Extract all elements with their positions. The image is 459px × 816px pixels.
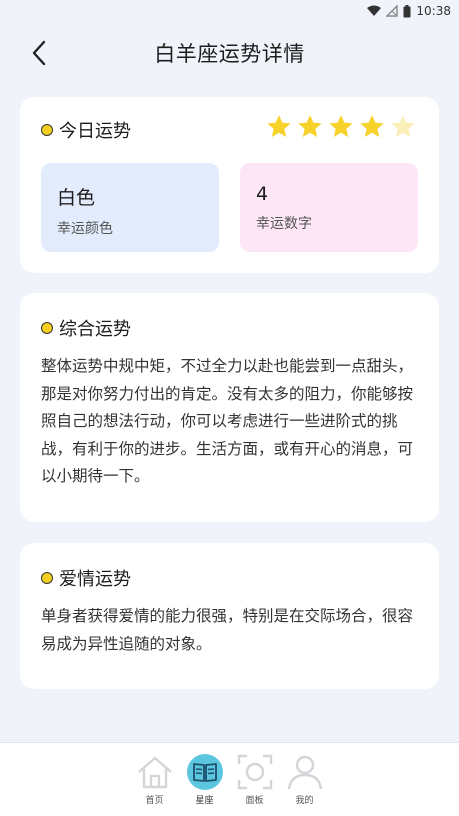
lucky-number-label: 幸运数字 <box>256 216 312 232</box>
nav-label-home: 首页 <box>145 796 164 806</box>
book-icon <box>186 754 223 790</box>
lucky-color-tile: 白色 幸运颜色 <box>41 163 219 252</box>
star-rating <box>265 113 417 141</box>
nav-item-mine[interactable]: 我的 <box>282 751 328 816</box>
user-icon <box>287 755 322 790</box>
bullet-dot-icon <box>41 322 53 334</box>
today-fortune-title: 今日运势 <box>59 121 131 142</box>
lucky-number-tile: 4 幸运数字 <box>240 163 418 252</box>
nav-label-mine: 我的 <box>295 796 314 806</box>
wifi-icon <box>367 5 382 16</box>
nav-label-horoscope: 星座 <box>195 796 214 806</box>
love-fortune-header: 爱情运势 <box>41 565 131 591</box>
nav-item-home[interactable]: 首页 <box>132 751 178 816</box>
love-fortune-title: 爱情运势 <box>59 569 131 590</box>
lucky-color-label: 幸运颜色 <box>57 221 113 237</box>
today-fortune-card: 今日运势 白色 幸运颜色 4 幸运数字 <box>20 97 439 273</box>
nav-item-horoscope[interactable]: 星座 <box>182 751 228 816</box>
general-fortune-title: 综合运势 <box>59 319 131 340</box>
general-fortune-header: 综合运势 <box>41 315 131 341</box>
love-fortune-card: 爱情运势 单身者获得爱情的能力很强，特别是在交际场合，很容易成为异性追随的对象。 <box>20 543 439 689</box>
star-filled-icon <box>360 115 384 138</box>
bullet-dot-icon <box>41 572 53 584</box>
nav-label-panel: 面板 <box>245 796 264 806</box>
signal-icon <box>386 5 399 17</box>
general-fortune-card: 综合运势 整体运势中规中矩，不过全力以赴也能尝到一点甜头，那是对你努力付出的肯定… <box>20 293 439 522</box>
love-fortune-text: 单身者获得爱情的能力很强，特别是在交际场合，很容易成为异性追随的对象。 <box>41 607 414 653</box>
back-button[interactable] <box>24 38 54 68</box>
today-fortune-header: 今日运势 <box>41 117 131 143</box>
star-filled-icon <box>298 115 322 138</box>
header: 白羊座运势详情 <box>0 28 459 78</box>
lucky-number-value: 4 <box>256 183 269 205</box>
nav-item-panel[interactable]: 面板 <box>232 751 278 816</box>
star-empty-icon <box>391 115 415 138</box>
page-title: 白羊座运势详情 <box>154 42 305 66</box>
battery-icon <box>403 4 411 17</box>
star-filled-icon <box>267 115 291 138</box>
chevron-left-icon <box>32 40 46 66</box>
status-bar: 10:38 <box>0 0 459 22</box>
general-fortune-text: 整体运势中规中矩，不过全力以赴也能尝到一点甜头，那是对你努力付出的肯定。没有太多… <box>41 357 414 485</box>
star-filled-icon <box>329 115 353 138</box>
bullet-dot-icon <box>41 124 53 136</box>
home-icon <box>137 756 172 789</box>
bottom-navigation: 首页 星座 面板 我的 <box>0 742 459 816</box>
lucky-color-value: 白色 <box>57 187 96 209</box>
scan-icon <box>237 754 272 790</box>
status-time: 10:38 <box>416 4 451 18</box>
